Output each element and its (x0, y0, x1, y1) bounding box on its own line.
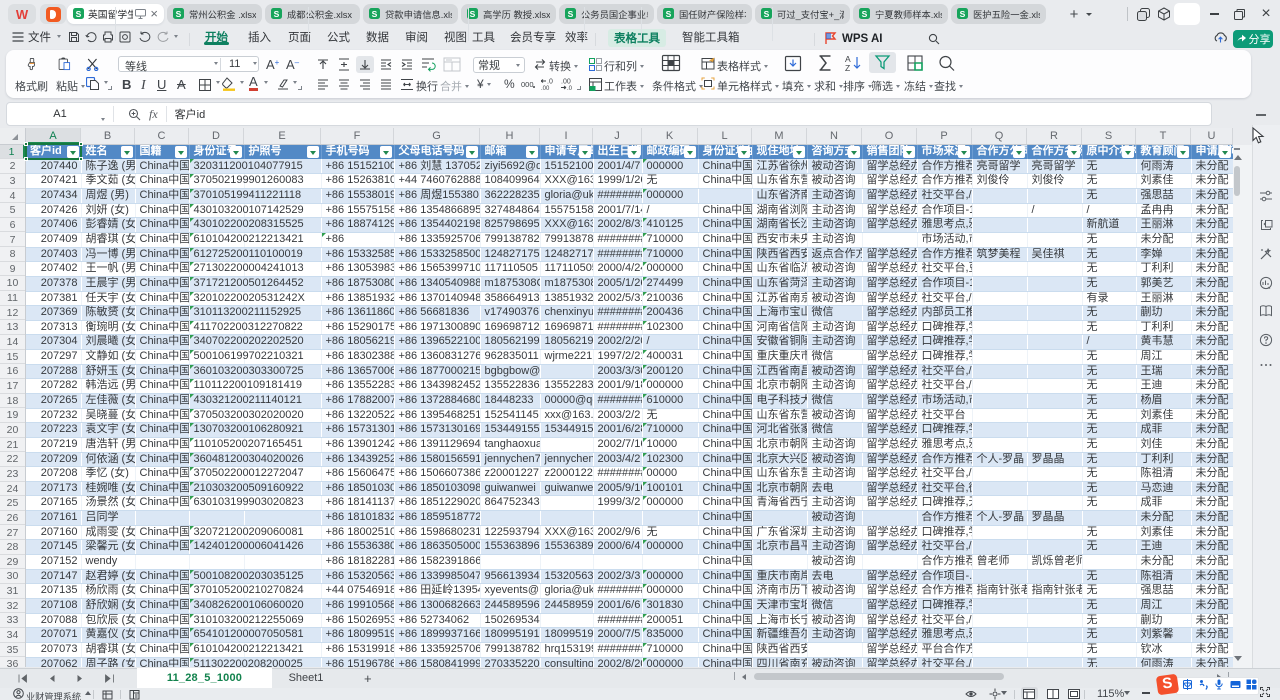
svg-text:.0: .0 (547, 79, 553, 86)
svg-text:.0: .0 (567, 86, 573, 90)
svg-text:.00: .00 (561, 79, 571, 86)
svg-text:.00: .00 (541, 86, 550, 90)
svg-text:Z: Z (845, 63, 850, 72)
svg-text:000: 000 (521, 80, 534, 89)
